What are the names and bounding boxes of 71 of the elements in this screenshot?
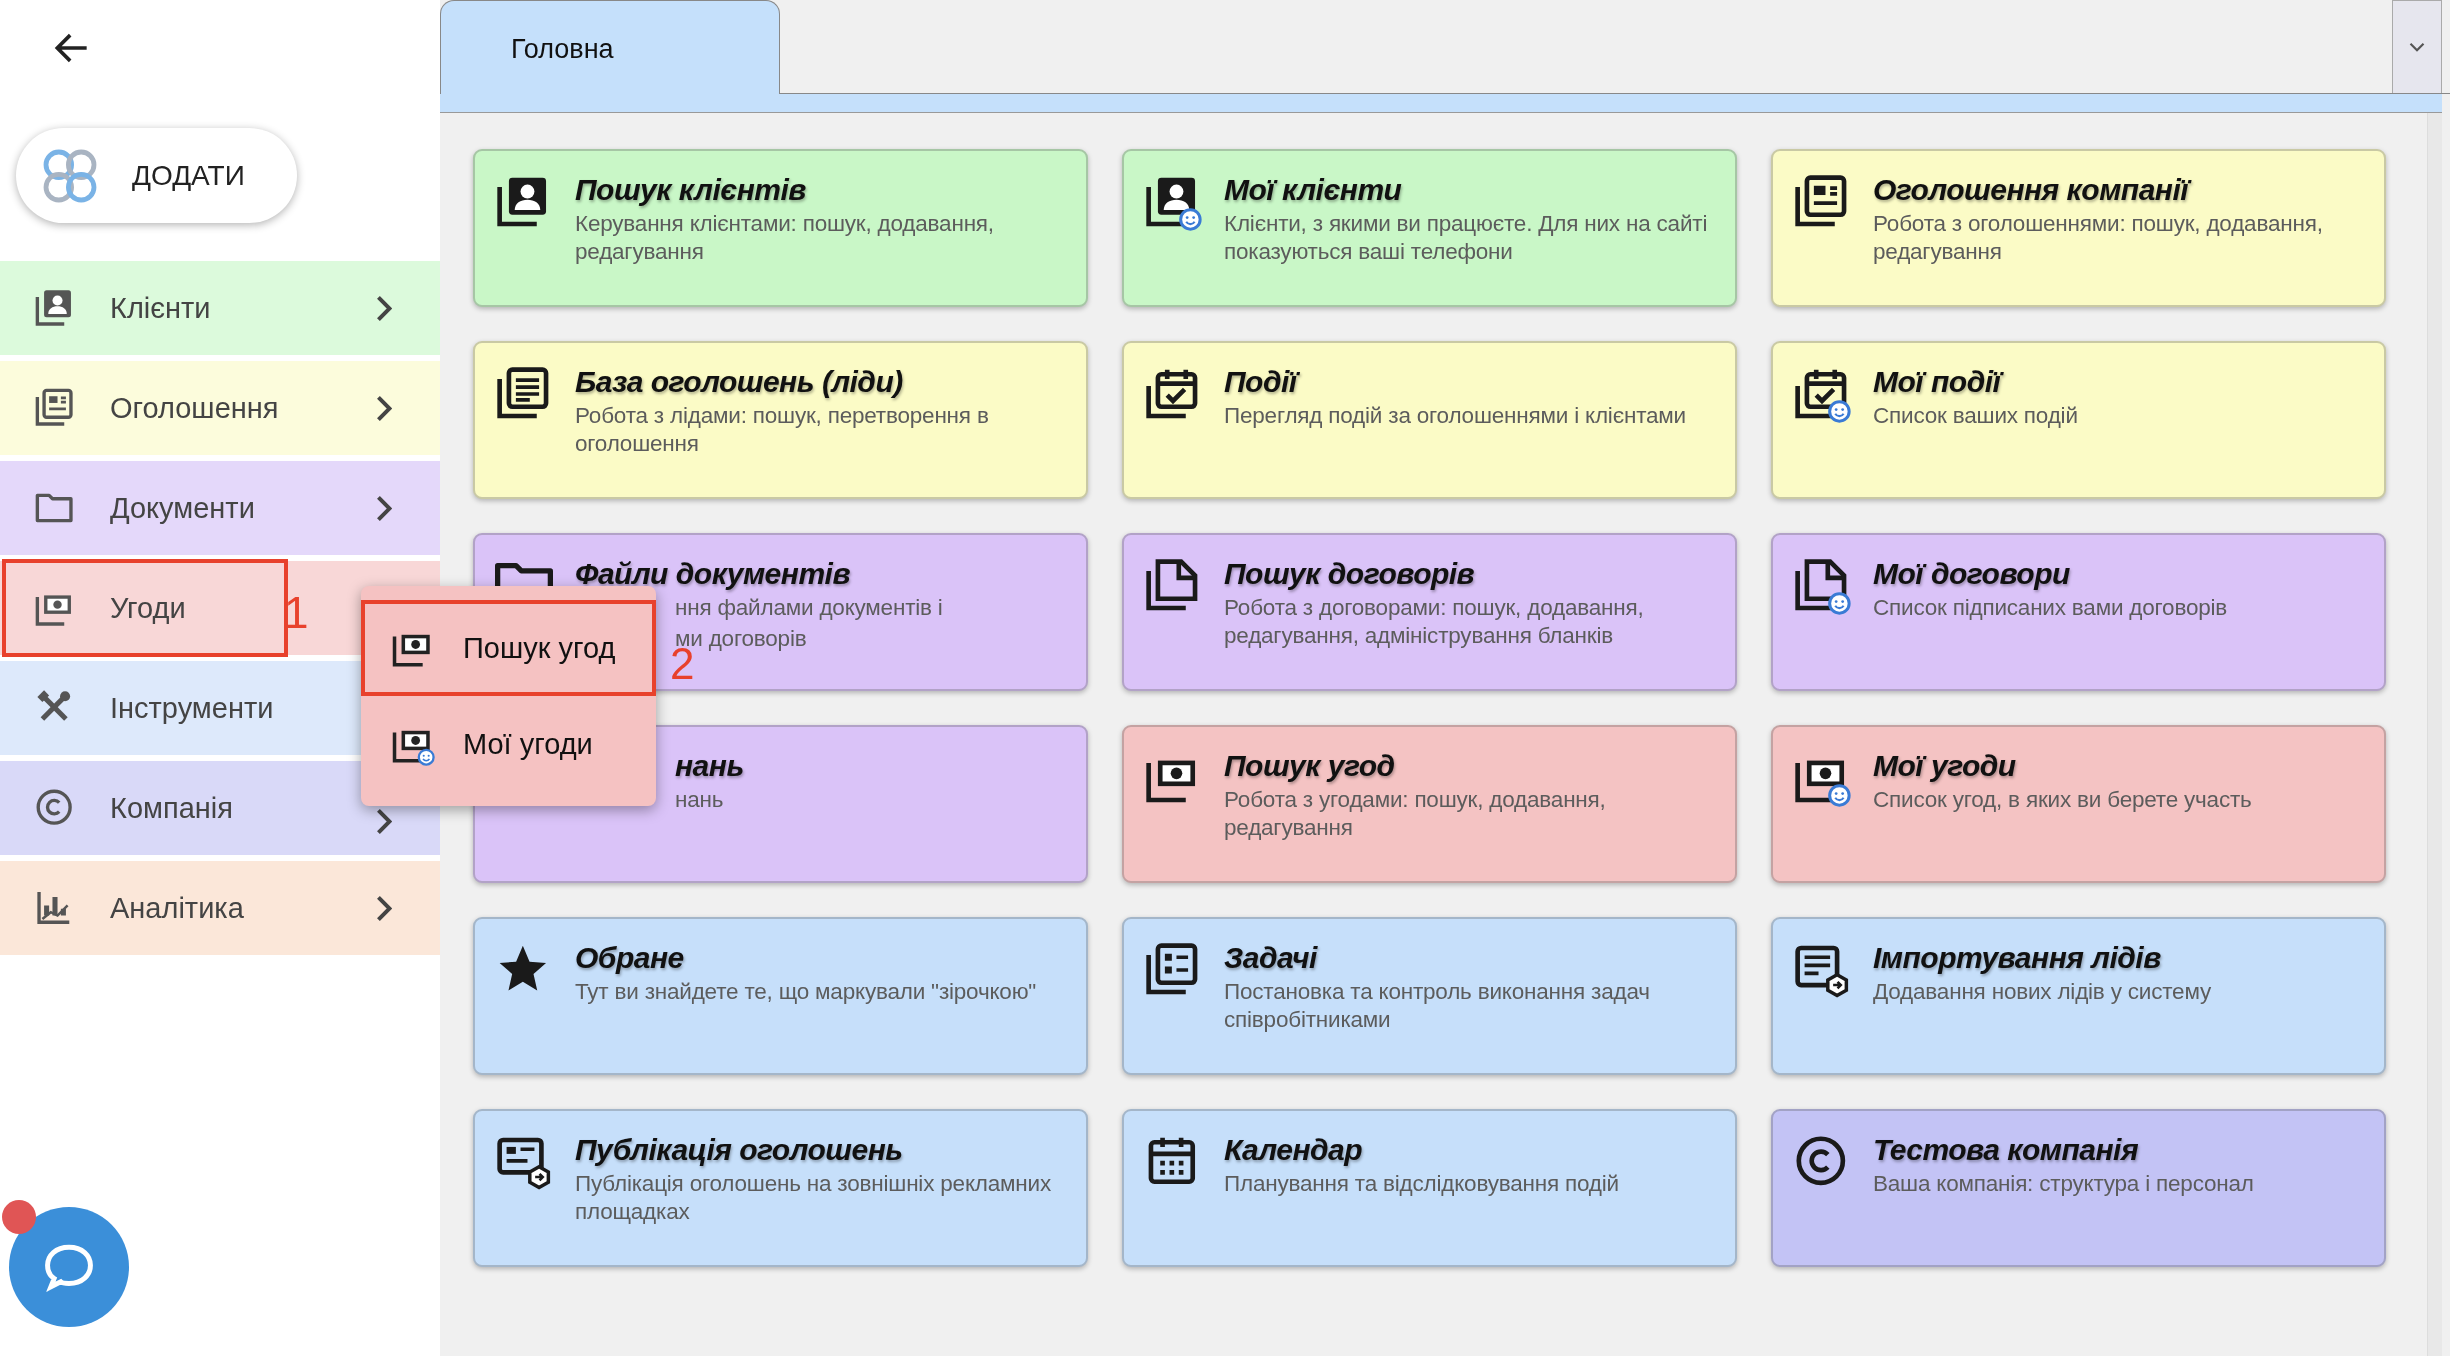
menu-card[interactable]: Мої угоди Список угод, в яких ви берете участь [1771,725,2386,883]
card-title: Задачі [1224,941,1319,975]
scrollbar[interactable] [2427,113,2442,1356]
card-description: Робота з договорами: пошук, додавання, редагування, адміністрування бланків [1224,594,1645,651]
submenu-item[interactable]: Пошук угод [361,600,656,696]
card-description: Тут ви знайдете те, що маркували "зірочкою" [575,978,1038,1006]
card-title: Пошук клієнтів [575,173,807,207]
card-title: Пошук угод [1224,749,1396,783]
card-description: Ваша компанія: структура і персонал [1873,1170,2255,1198]
folder-icon [495,563,553,587]
sidebar-item[interactable]: Клієнти [0,261,440,355]
menu-card[interactable]: Мої події Список ваших подій [1771,341,2386,499]
sidebar-item-label: Угоди [110,591,186,625]
menu-card[interactable]: Імпортування лідів Додавання нових лідів у систему [1771,917,2386,1075]
menu-card[interactable]: Мої договори Список підписаних вами договорів [1771,533,2386,691]
card-description: Клієнти, з якими ви працюєте. Для них на сайті показуються ваші телефони [1224,210,1709,267]
sidebar-item[interactable]: Документи [0,461,440,555]
card-title: Імпортування лідів [1873,941,2162,975]
sidebar-item-label: Компанія [110,791,233,825]
card-description: Додавання нових лідів у систему [1873,978,2212,1006]
documents-smiley-icon [1793,557,1851,615]
sidebar-item[interactable]: Компанія [0,761,440,855]
card-description: Робота з угодами: пошук, додавання, редагування [1224,786,1607,843]
card-title: Мої угоди [1873,749,2017,783]
menu-card[interactable]: База оголошень (ліди) Робота з лідами: пошук, перетворення в оголошення [473,341,1088,499]
card-description: ння файлами документів і [674,594,944,622]
card-title: Публікація оголошень [575,1133,904,1167]
tab[interactable]: Головна [440,0,780,94]
menu-card[interactable]: Оголошення компанії Робота з оголошеннями: пошук, додавання, редагування [1771,149,2386,307]
menu-card[interactable]: Обране Тут ви знайдете те, що маркували "зірочкою" [473,917,1088,1075]
add-button[interactable]: ДОДАТИ [16,128,297,223]
card-title: Події [1224,365,1719,399]
card-description: Список підписаних вами договорів [1873,594,2229,622]
card-description: Список ваших подій [1873,402,2079,430]
menu-card[interactable]: Події Перегляд подій за оголошеннями і клієнтами [1122,341,1737,499]
menu-card[interactable]: Тестова компанія Ваша компанія: структура і персонал [1771,1109,2386,1267]
card-description: Робота з оголошеннями: пошук, додавання, редагування [1873,210,2324,267]
menu-card[interactable]: Пошук договорів Робота з договорами: пошук, додавання, редагування, адміністрування бланків [1122,533,1737,691]
card-description: Планування та відслідковування подій [1224,1170,1620,1198]
card-description: Постановка та контроль виконання задач співробітниками [1224,978,1651,1035]
card-description: Робота з лідами: пошук, перетворення в оголошення [575,402,990,459]
card-title: Обране [575,941,685,975]
card-title: Оголошення компанії [1873,173,2368,207]
card-title: Мої клієнти [1224,173,1403,207]
sidebar-item[interactable]: Аналітика [0,861,440,955]
card-title: Мої події [1873,365,2368,399]
card-description: Список угод, в яких ви берете участь [1873,786,2253,814]
card-title: Пошук договорів [1224,557,1476,591]
card-title: Тестова компанія [1873,1133,2140,1167]
menu-card[interactable]: Календар Планування та відслідковування подій [1122,1109,1737,1267]
card-description: нань [674,786,725,814]
sidebar-item-label: Клієнти [110,291,211,325]
card-title: Мої договори [1873,557,2071,591]
card-title: База оголошень (ліди) [575,365,904,399]
menu-card[interactable]: Пошук угод Робота з угодами: пошук, додавання, редагування [1122,725,1737,883]
menu-card[interactable]: Публікація оголошень Публікація оголошень на зовнішніх рекламних площадках [473,1109,1088,1267]
card-title: Календар [1224,1133,1364,1167]
callout-number: 1 [284,591,309,635]
sidebar-item-label: Інструменти [110,691,274,725]
sidebar-item[interactable]: Оголошення [0,361,440,455]
sidebar-item-label: Аналітика [110,891,244,925]
menu-card[interactable]: Мої клієнти Клієнти, з якими ви працюєте. Для них на сайті показуються ваші телефони [1122,149,1737,307]
card-title: Файли документів [575,557,851,591]
card-description: Публікація оголошень на зовнішніх рекламних площадках [575,1170,1052,1227]
sidebar-item-label: Документи [110,491,255,525]
newspaper-icon [34,387,76,429]
menu-card[interactable]: Пошук клієнтів Керування клієнтами: пошук, додавання, редагування [473,149,1088,307]
card-description: Керування клієнтами: пошук, додавання, редагування [575,210,995,267]
card-description: Перегляд подій за оголошеннями і клієнтами [1224,402,1687,430]
sidebar-item-label: Оголошення [110,391,279,425]
menu-card[interactable]: Задачі Постановка та контроль виконання задач співробітниками [1122,917,1737,1075]
